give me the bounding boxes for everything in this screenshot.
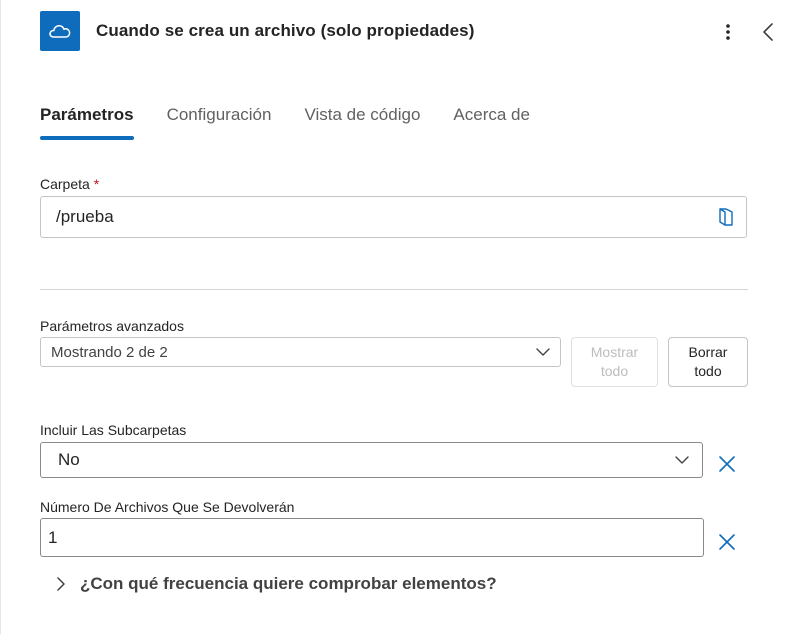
required-marker: * (93, 176, 100, 192)
folder-input-value: /prueba (56, 207, 114, 226)
chevron-right-icon (57, 577, 65, 591)
remove-include-subfolders-icon[interactable] (716, 453, 738, 475)
tab-acerca-de[interactable]: Acerca de (453, 103, 530, 143)
tab-label: Configuración (166, 105, 272, 124)
show-all-line1: Mostrar (590, 344, 639, 360)
include-subfolders-dropdown[interactable]: No (40, 442, 703, 478)
tab-label: Parámetros (40, 105, 134, 124)
remove-file-count-icon[interactable] (716, 531, 738, 553)
frequency-section-label: ¿Con qué frecuencia quiere comprobar ele… (80, 574, 497, 593)
clear-all-line1: Borrar (688, 344, 728, 360)
show-all-line2: todo (600, 363, 629, 379)
folder-label: Carpeta * (40, 176, 99, 192)
include-subfolders-label: Incluir Las Subcarpetas (40, 422, 187, 438)
folder-input[interactable]: /prueba (40, 196, 747, 238)
advanced-params-selected: Mostrando 2 de 2 (51, 343, 168, 361)
tab-vista-de-codigo[interactable]: Vista de código (304, 103, 420, 143)
tab-label: Vista de código (304, 105, 421, 124)
show-all-button[interactable]: Mostrar todo (571, 337, 658, 387)
chevron-down-icon (536, 348, 550, 356)
file-count-value: 1 (48, 527, 58, 547)
onedrive-cloud-icon (40, 11, 80, 51)
advanced-params-label: Parámetros avanzados (40, 318, 184, 334)
active-tab-indicator (40, 136, 134, 140)
chevron-left-icon[interactable] (758, 18, 778, 46)
more-options-icon[interactable] (716, 18, 740, 46)
chevron-down-icon (675, 456, 689, 464)
file-count-input[interactable]: 1 (40, 518, 704, 557)
file-count-label: Número De Archivos Que Se Devolverán (40, 499, 295, 515)
include-subfolders-value: No (58, 450, 80, 469)
frequency-section-expander[interactable]: ¿Con qué frecuencia quiere comprobar ele… (56, 574, 497, 594)
panel-left-border (0, 0, 1, 634)
clear-all-line2: todo (694, 363, 722, 379)
clear-all-button[interactable]: Borrar todo (668, 337, 748, 387)
tab-list: Parámetros Configuración Vista de código… (40, 103, 563, 143)
advanced-params-dropdown[interactable]: Mostrando 2 de 2 (40, 337, 561, 367)
tab-parametros[interactable]: Parámetros (40, 103, 134, 143)
page-title: Cuando se crea un archivo (solo propieda… (96, 21, 475, 40)
folder-picker-icon[interactable] (715, 206, 737, 228)
section-divider (40, 289, 748, 290)
tab-label: Acerca de (453, 105, 530, 124)
folder-label-text: Carpeta (40, 176, 90, 192)
tab-configuracion[interactable]: Configuración (167, 103, 272, 143)
